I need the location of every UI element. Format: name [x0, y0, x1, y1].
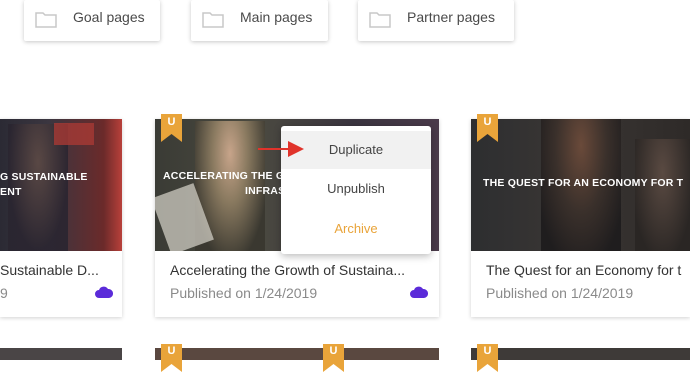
badge-label: U: [329, 345, 338, 357]
card-title: Sustainable D...: [0, 262, 99, 278]
card-title: The Quest for an Economy for t: [486, 262, 682, 278]
card-thumbnail-partial: [471, 348, 690, 360]
cloud-icon: [410, 286, 428, 298]
card-title: Accelerating the Growth of Sustaina...: [170, 262, 406, 278]
badge-label: U: [167, 345, 176, 357]
badge-label: U: [483, 116, 492, 128]
folder-icon: [35, 12, 57, 28]
pointer-arrow-icon: [258, 141, 304, 157]
folder-icon: [369, 12, 391, 28]
menu-item-unpublish[interactable]: Unpublish: [281, 170, 431, 208]
badge-label: U: [167, 116, 176, 128]
card-subtitle: Published on 1/24/2019: [486, 285, 634, 301]
folder-label: Main pages: [240, 9, 313, 25]
folder-label: Partner pages: [407, 9, 495, 25]
cloud-icon: [95, 286, 113, 298]
page-card[interactable]: THE QUEST FOR AN ECONOMY FOR T The Quest…: [471, 119, 690, 317]
card-thumbnail-partial: [155, 348, 439, 360]
card-thumbnail: G SUSTAINABLE ENT: [0, 119, 122, 251]
page-card[interactable]: G SUSTAINABLE ENT Sustainable D... 9: [0, 119, 122, 317]
status-badge: U: [477, 114, 498, 142]
folder-label: Goal pages: [73, 9, 145, 25]
status-badge: U: [323, 344, 344, 372]
folder-card-goal-pages[interactable]: Goal pages: [24, 0, 160, 41]
card-thumbnail-partial: [0, 348, 122, 360]
card-subtitle: Published on 1/24/2019: [170, 285, 318, 301]
folder-icon: [202, 12, 224, 28]
menu-item-archive[interactable]: Archive: [281, 210, 431, 248]
badge-label: U: [483, 345, 492, 357]
card-subtitle: 9: [0, 285, 8, 301]
status-badge: U: [161, 114, 182, 142]
status-badge: U: [161, 344, 182, 372]
folder-card-partner-pages[interactable]: Partner pages: [358, 0, 514, 41]
status-badge: U: [477, 344, 498, 372]
card-overlay-text: G SUSTAINABLE ENT: [0, 171, 88, 198]
card-overlay-text: THE QUEST FOR AN ECONOMY FOR T: [483, 177, 684, 189]
card-overlay-text: ACCELERATING THE G INFRAS: [163, 170, 286, 197]
folder-card-main-pages[interactable]: Main pages: [191, 0, 328, 41]
card-thumbnail: THE QUEST FOR AN ECONOMY FOR T: [471, 119, 690, 251]
